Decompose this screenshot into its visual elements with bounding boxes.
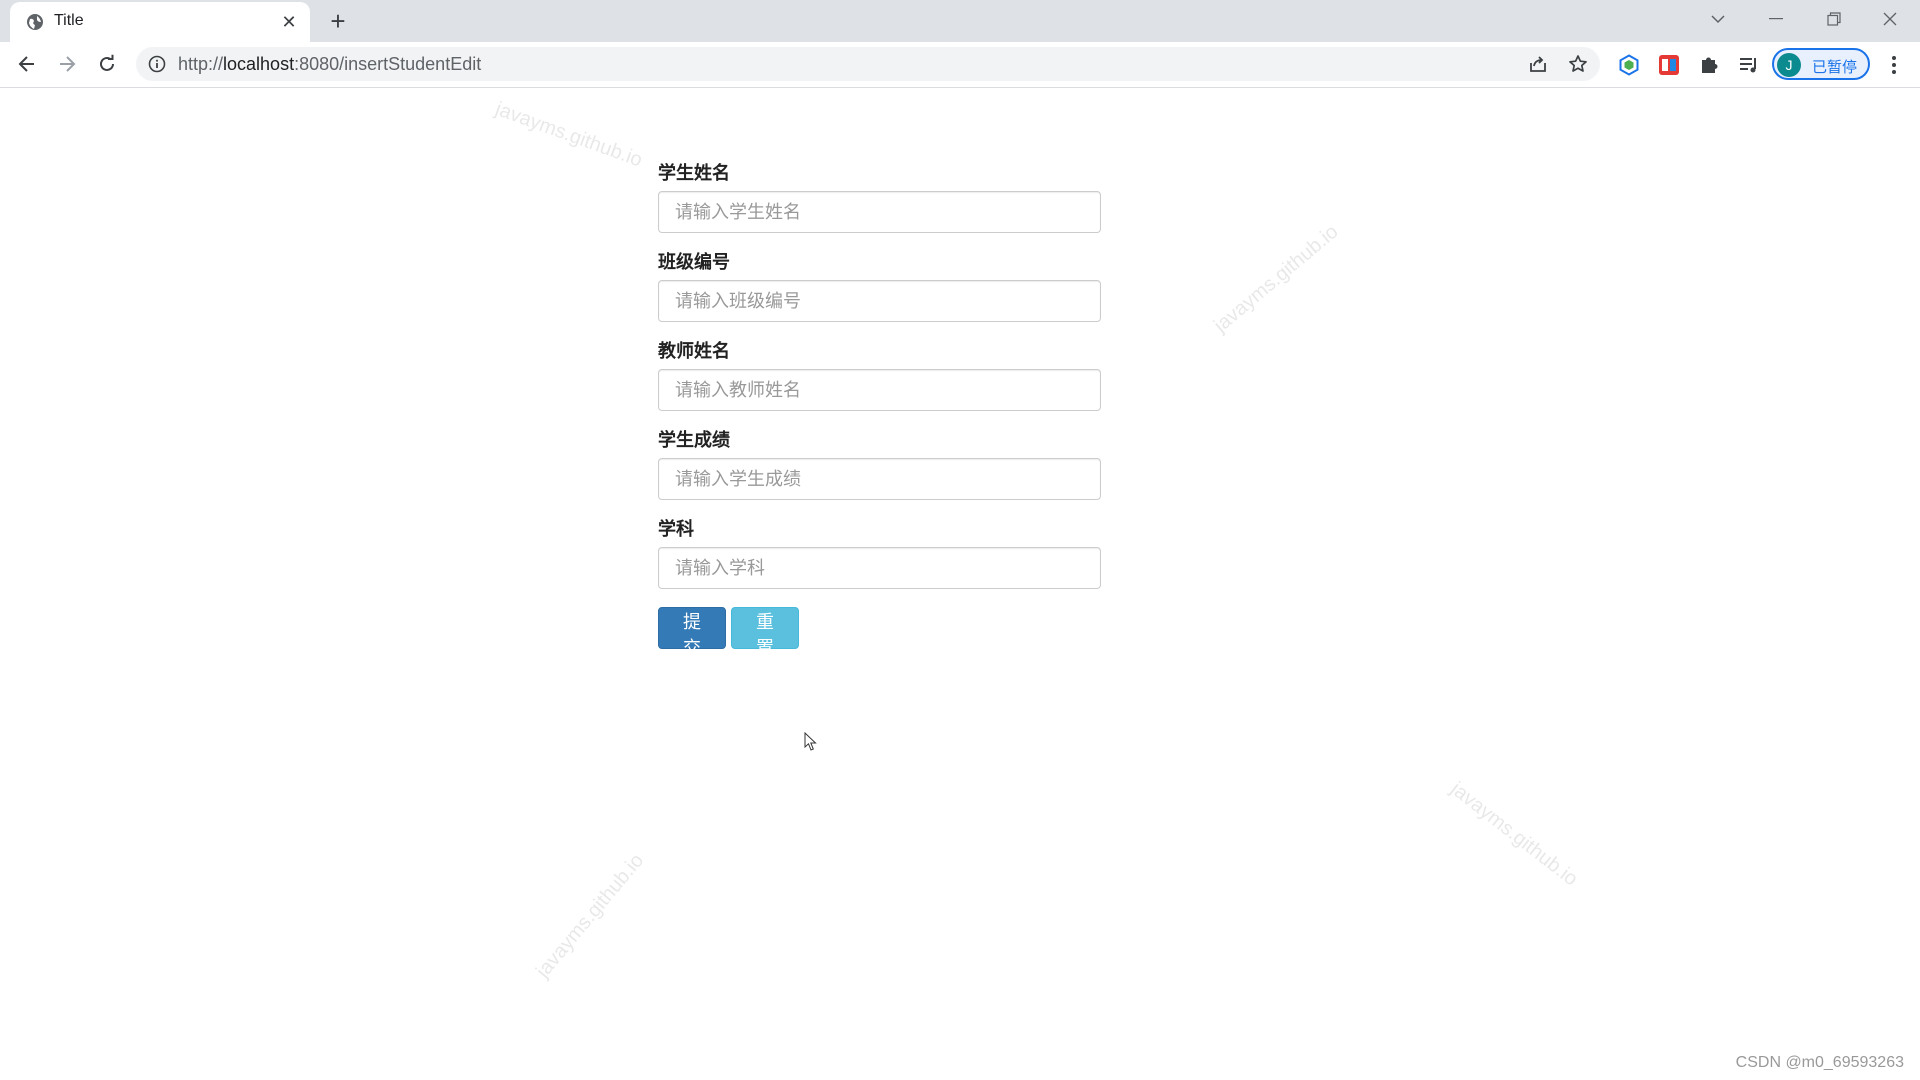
- site-info-icon[interactable]: [148, 55, 166, 73]
- field-group-student-name: 学生姓名: [658, 162, 1101, 233]
- browser-tab[interactable]: Title ✕: [10, 2, 310, 42]
- mouse-cursor-icon: [804, 732, 817, 751]
- tab-search-icon[interactable]: [1698, 4, 1738, 34]
- subject-label: 学科: [658, 519, 694, 539]
- student-score-input[interactable]: [658, 458, 1101, 500]
- tab-title: Title: [54, 12, 84, 29]
- field-group-subject: 学科: [658, 518, 1101, 589]
- url-path: :8080/insertStudentEdit: [294, 54, 482, 74]
- watermark: javayms.github.io: [532, 849, 649, 983]
- globe-icon: [27, 14, 43, 30]
- teacher-name-input[interactable]: [658, 369, 1101, 411]
- minimize-icon[interactable]: [1756, 4, 1796, 34]
- share-icon[interactable]: [1527, 53, 1549, 75]
- insert-student-form: 学生姓名 班级编号 教师姓名 学生成绩 学科 提交 重置: [658, 162, 1101, 658]
- tab-strip: Title ✕ +: [0, 0, 1920, 42]
- avatar: J: [1777, 53, 1801, 77]
- close-window-icon[interactable]: [1870, 4, 1910, 34]
- new-tab-icon[interactable]: +: [324, 8, 352, 36]
- subject-input[interactable]: [658, 547, 1101, 589]
- field-group-class-id: 班级编号: [658, 251, 1101, 322]
- browser-menu-icon[interactable]: [1880, 51, 1908, 79]
- class-id-input[interactable]: [658, 280, 1101, 322]
- submit-button[interactable]: 提交: [658, 607, 726, 658]
- address-bar[interactable]: http://localhost:8080/insertStudentEdit: [136, 47, 1600, 81]
- form-actions: 提交 重置: [658, 607, 1101, 658]
- extensions-puzzle-icon[interactable]: [1696, 52, 1722, 78]
- watermark: javayms.github.io: [492, 98, 646, 172]
- class-id-label: 班级编号: [658, 252, 730, 272]
- url-host: localhost: [223, 54, 295, 74]
- profile-button[interactable]: J 已暂停: [1772, 48, 1870, 80]
- browser-toolbar: http://localhost:8080/insertStudentEdit …: [0, 42, 1920, 88]
- back-icon[interactable]: [12, 49, 42, 79]
- student-name-input[interactable]: [658, 191, 1101, 233]
- close-tab-icon[interactable]: ✕: [278, 11, 300, 33]
- profile-status-label: 已暂停: [1812, 59, 1858, 76]
- student-score-label: 学生成绩: [658, 430, 730, 450]
- extension-hex-icon[interactable]: [1616, 52, 1642, 78]
- media-queue-icon[interactable]: [1736, 52, 1762, 78]
- reload-icon[interactable]: [92, 49, 122, 79]
- extension-fe-icon[interactable]: [1656, 52, 1682, 78]
- watermark: javayms.github.io: [1446, 778, 1582, 891]
- url-text[interactable]: http://localhost:8080/insertStudentEdit: [178, 54, 481, 75]
- reset-button[interactable]: 重置: [731, 607, 799, 658]
- student-name-label: 学生姓名: [658, 163, 730, 183]
- forward-icon[interactable]: [52, 49, 82, 79]
- teacher-name-label: 教师姓名: [658, 341, 730, 361]
- watermark: javayms.github.io: [1210, 220, 1343, 337]
- bookmark-star-icon[interactable]: [1567, 53, 1589, 75]
- url-scheme: http://: [178, 54, 224, 74]
- footer-credit: CSDN @m0_69593263: [1735, 1054, 1904, 1071]
- field-group-student-score: 学生成绩: [658, 429, 1101, 500]
- restore-icon[interactable]: [1814, 4, 1854, 34]
- field-group-teacher-name: 教师姓名: [658, 340, 1101, 411]
